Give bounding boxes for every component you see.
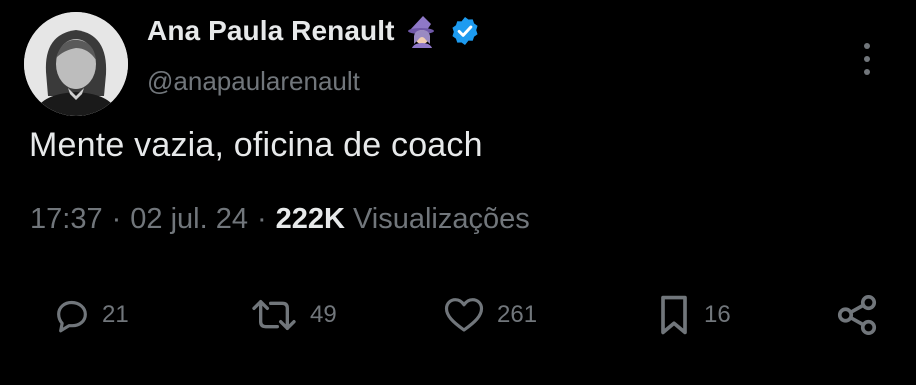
woman-mage-emoji-icon (405, 14, 439, 48)
views-label[interactable]: Visualizações (353, 203, 530, 236)
tweet-text: Mente vazia, oficina de coach (29, 126, 483, 164)
like-button[interactable]: 261 (441, 292, 537, 338)
avatar-photo (24, 12, 128, 116)
reply-button[interactable]: 21 (52, 292, 129, 338)
views-count[interactable]: 222K (276, 203, 345, 236)
tweet-time[interactable]: 17:37 (30, 203, 103, 236)
heart-icon (444, 298, 484, 332)
retweet-icon (252, 300, 296, 330)
retweet-button[interactable]: 49 (248, 292, 337, 338)
tweet-card: Ana Paula Renault @anapaularenault Mente… (0, 0, 916, 385)
like-count: 261 (497, 301, 538, 328)
reply-icon (57, 300, 87, 333)
bookmark-icon (661, 295, 687, 335)
more-options-icon[interactable] (857, 40, 877, 80)
meta-separator: · (256, 203, 267, 235)
tweet-date[interactable]: 02 jul. 24 (130, 203, 248, 236)
tweet-meta: 17:37 · 02 jul. 24 · 222K Visualizações (30, 203, 530, 236)
meta-separator: · (111, 203, 122, 235)
share-icon (837, 294, 877, 336)
bookmark-button[interactable]: 16 (654, 292, 731, 338)
avatar[interactable] (24, 12, 128, 116)
bookmark-count: 16 (704, 301, 731, 328)
user-handle[interactable]: @anapaularenault (147, 66, 360, 97)
reply-count: 21 (102, 301, 129, 328)
name-row: Ana Paula Renault (147, 14, 481, 48)
verified-badge-icon (449, 15, 481, 47)
retweet-count: 49 (310, 301, 337, 328)
share-button[interactable] (834, 292, 880, 338)
display-name[interactable]: Ana Paula Renault (147, 15, 395, 47)
